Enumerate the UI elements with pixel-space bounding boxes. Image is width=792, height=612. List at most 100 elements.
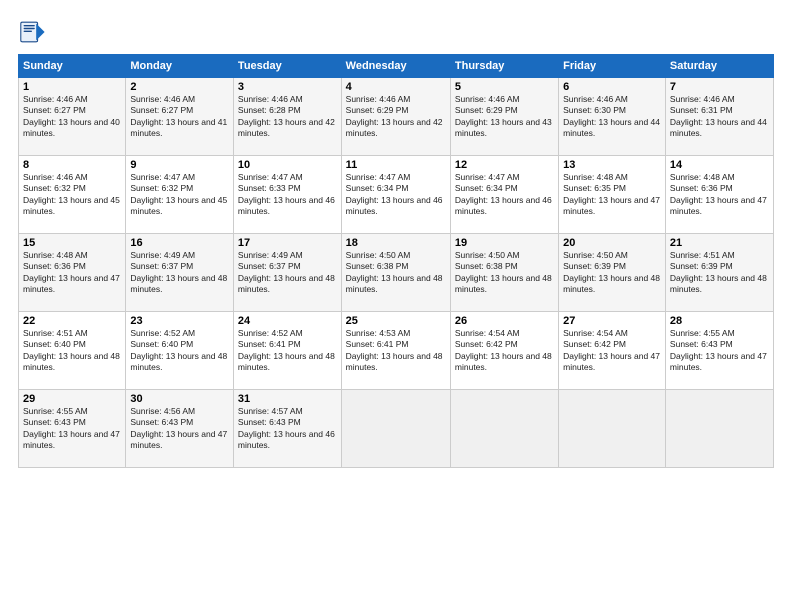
calendar-week-row: 1Sunrise: 4:46 AMSunset: 6:27 PMDaylight…: [19, 78, 774, 156]
calendar-week-row: 29Sunrise: 4:55 AMSunset: 6:43 PMDayligh…: [19, 390, 774, 468]
day-info: Sunrise: 4:46 AMSunset: 6:30 PMDaylight:…: [563, 94, 661, 140]
day-number: 7: [670, 81, 769, 93]
column-header-sunday: Sunday: [19, 55, 126, 78]
day-number: 2: [130, 81, 229, 93]
calendar-cell: 14Sunrise: 4:48 AMSunset: 6:36 PMDayligh…: [665, 156, 773, 234]
day-info: Sunrise: 4:57 AMSunset: 6:43 PMDaylight:…: [238, 406, 337, 452]
calendar-week-row: 15Sunrise: 4:48 AMSunset: 6:36 PMDayligh…: [19, 234, 774, 312]
day-info: Sunrise: 4:46 AMSunset: 6:29 PMDaylight:…: [455, 94, 554, 140]
calendar-cell: 10Sunrise: 4:47 AMSunset: 6:33 PMDayligh…: [233, 156, 341, 234]
calendar-cell: [341, 390, 450, 468]
calendar-cell: 28Sunrise: 4:55 AMSunset: 6:43 PMDayligh…: [665, 312, 773, 390]
column-header-tuesday: Tuesday: [233, 55, 341, 78]
calendar-week-row: 8Sunrise: 4:46 AMSunset: 6:32 PMDaylight…: [19, 156, 774, 234]
day-info: Sunrise: 4:51 AMSunset: 6:40 PMDaylight:…: [23, 328, 121, 374]
day-number: 27: [563, 315, 661, 327]
day-number: 17: [238, 237, 337, 249]
day-info: Sunrise: 4:49 AMSunset: 6:37 PMDaylight:…: [130, 250, 229, 296]
calendar-cell: 23Sunrise: 4:52 AMSunset: 6:40 PMDayligh…: [126, 312, 234, 390]
logo: [18, 18, 50, 46]
page: SundayMondayTuesdayWednesdayThursdayFrid…: [0, 0, 792, 612]
calendar-header-row: SundayMondayTuesdayWednesdayThursdayFrid…: [19, 55, 774, 78]
day-info: Sunrise: 4:47 AMSunset: 6:34 PMDaylight:…: [346, 172, 446, 218]
day-info: Sunrise: 4:50 AMSunset: 6:38 PMDaylight:…: [455, 250, 554, 296]
day-number: 16: [130, 237, 229, 249]
day-number: 23: [130, 315, 229, 327]
calendar-cell: 15Sunrise: 4:48 AMSunset: 6:36 PMDayligh…: [19, 234, 126, 312]
day-info: Sunrise: 4:54 AMSunset: 6:42 PMDaylight:…: [563, 328, 661, 374]
calendar-cell: 31Sunrise: 4:57 AMSunset: 6:43 PMDayligh…: [233, 390, 341, 468]
day-number: 5: [455, 81, 554, 93]
column-header-thursday: Thursday: [450, 55, 558, 78]
day-info: Sunrise: 4:46 AMSunset: 6:27 PMDaylight:…: [130, 94, 229, 140]
calendar-cell: 20Sunrise: 4:50 AMSunset: 6:39 PMDayligh…: [559, 234, 666, 312]
calendar-cell: 19Sunrise: 4:50 AMSunset: 6:38 PMDayligh…: [450, 234, 558, 312]
day-number: 6: [563, 81, 661, 93]
day-number: 3: [238, 81, 337, 93]
day-info: Sunrise: 4:46 AMSunset: 6:31 PMDaylight:…: [670, 94, 769, 140]
column-header-wednesday: Wednesday: [341, 55, 450, 78]
day-number: 8: [23, 159, 121, 171]
day-info: Sunrise: 4:50 AMSunset: 6:38 PMDaylight:…: [346, 250, 446, 296]
day-info: Sunrise: 4:52 AMSunset: 6:41 PMDaylight:…: [238, 328, 337, 374]
header: [18, 18, 774, 46]
day-number: 15: [23, 237, 121, 249]
calendar-cell: 26Sunrise: 4:54 AMSunset: 6:42 PMDayligh…: [450, 312, 558, 390]
day-info: Sunrise: 4:48 AMSunset: 6:35 PMDaylight:…: [563, 172, 661, 218]
calendar-cell: 16Sunrise: 4:49 AMSunset: 6:37 PMDayligh…: [126, 234, 234, 312]
calendar-cell: 8Sunrise: 4:46 AMSunset: 6:32 PMDaylight…: [19, 156, 126, 234]
day-info: Sunrise: 4:47 AMSunset: 6:33 PMDaylight:…: [238, 172, 337, 218]
day-number: 4: [346, 81, 446, 93]
calendar-week-row: 22Sunrise: 4:51 AMSunset: 6:40 PMDayligh…: [19, 312, 774, 390]
calendar-cell: [450, 390, 558, 468]
day-number: 18: [346, 237, 446, 249]
day-number: 10: [238, 159, 337, 171]
day-number: 25: [346, 315, 446, 327]
day-number: 21: [670, 237, 769, 249]
day-info: Sunrise: 4:50 AMSunset: 6:39 PMDaylight:…: [563, 250, 661, 296]
day-info: Sunrise: 4:55 AMSunset: 6:43 PMDaylight:…: [23, 406, 121, 452]
day-info: Sunrise: 4:49 AMSunset: 6:37 PMDaylight:…: [238, 250, 337, 296]
calendar-cell: 30Sunrise: 4:56 AMSunset: 6:43 PMDayligh…: [126, 390, 234, 468]
day-info: Sunrise: 4:46 AMSunset: 6:32 PMDaylight:…: [23, 172, 121, 218]
day-info: Sunrise: 4:51 AMSunset: 6:39 PMDaylight:…: [670, 250, 769, 296]
calendar-cell: [665, 390, 773, 468]
day-number: 13: [563, 159, 661, 171]
calendar-cell: 3Sunrise: 4:46 AMSunset: 6:28 PMDaylight…: [233, 78, 341, 156]
day-number: 24: [238, 315, 337, 327]
calendar-cell: 9Sunrise: 4:47 AMSunset: 6:32 PMDaylight…: [126, 156, 234, 234]
day-info: Sunrise: 4:48 AMSunset: 6:36 PMDaylight:…: [670, 172, 769, 218]
calendar-cell: 17Sunrise: 4:49 AMSunset: 6:37 PMDayligh…: [233, 234, 341, 312]
calendar-cell: 5Sunrise: 4:46 AMSunset: 6:29 PMDaylight…: [450, 78, 558, 156]
calendar-cell: 1Sunrise: 4:46 AMSunset: 6:27 PMDaylight…: [19, 78, 126, 156]
logo-icon: [18, 18, 46, 46]
calendar-cell: 4Sunrise: 4:46 AMSunset: 6:29 PMDaylight…: [341, 78, 450, 156]
calendar-cell: 18Sunrise: 4:50 AMSunset: 6:38 PMDayligh…: [341, 234, 450, 312]
day-info: Sunrise: 4:54 AMSunset: 6:42 PMDaylight:…: [455, 328, 554, 374]
calendar-table: SundayMondayTuesdayWednesdayThursdayFrid…: [18, 54, 774, 468]
day-number: 22: [23, 315, 121, 327]
calendar-cell: 11Sunrise: 4:47 AMSunset: 6:34 PMDayligh…: [341, 156, 450, 234]
column-header-saturday: Saturday: [665, 55, 773, 78]
day-number: 12: [455, 159, 554, 171]
day-number: 30: [130, 393, 229, 405]
calendar-cell: 24Sunrise: 4:52 AMSunset: 6:41 PMDayligh…: [233, 312, 341, 390]
calendar-cell: [559, 390, 666, 468]
day-info: Sunrise: 4:47 AMSunset: 6:34 PMDaylight:…: [455, 172, 554, 218]
calendar-cell: 29Sunrise: 4:55 AMSunset: 6:43 PMDayligh…: [19, 390, 126, 468]
calendar-cell: 22Sunrise: 4:51 AMSunset: 6:40 PMDayligh…: [19, 312, 126, 390]
day-info: Sunrise: 4:52 AMSunset: 6:40 PMDaylight:…: [130, 328, 229, 374]
calendar-cell: 7Sunrise: 4:46 AMSunset: 6:31 PMDaylight…: [665, 78, 773, 156]
column-header-monday: Monday: [126, 55, 234, 78]
day-number: 9: [130, 159, 229, 171]
column-header-friday: Friday: [559, 55, 666, 78]
calendar-cell: 6Sunrise: 4:46 AMSunset: 6:30 PMDaylight…: [559, 78, 666, 156]
day-number: 26: [455, 315, 554, 327]
day-number: 28: [670, 315, 769, 327]
calendar-cell: 21Sunrise: 4:51 AMSunset: 6:39 PMDayligh…: [665, 234, 773, 312]
day-info: Sunrise: 4:55 AMSunset: 6:43 PMDaylight:…: [670, 328, 769, 374]
day-info: Sunrise: 4:46 AMSunset: 6:28 PMDaylight:…: [238, 94, 337, 140]
calendar-cell: 25Sunrise: 4:53 AMSunset: 6:41 PMDayligh…: [341, 312, 450, 390]
day-number: 11: [346, 159, 446, 171]
calendar-cell: 12Sunrise: 4:47 AMSunset: 6:34 PMDayligh…: [450, 156, 558, 234]
